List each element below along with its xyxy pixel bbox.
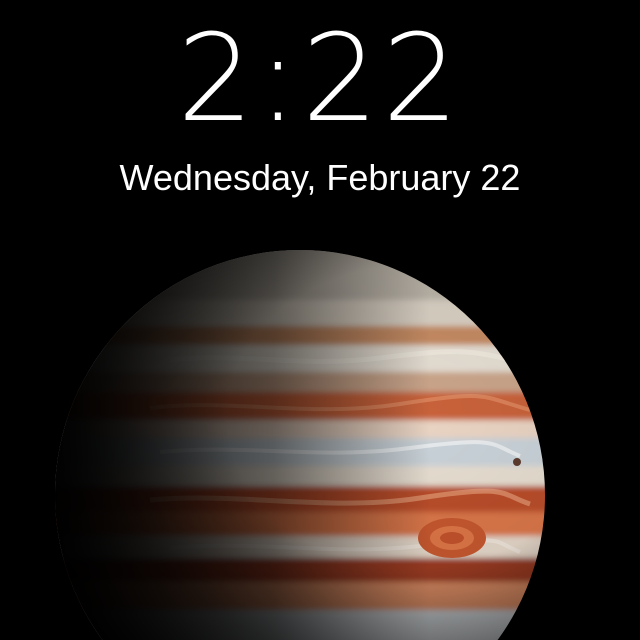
moon-icon xyxy=(513,458,521,466)
lock-screen: 2:22 Wednesday, February 22 xyxy=(0,0,640,640)
lock-screen-date: Wednesday, February 22 xyxy=(119,157,521,198)
lock-screen-time: 2:22 xyxy=(177,10,463,149)
